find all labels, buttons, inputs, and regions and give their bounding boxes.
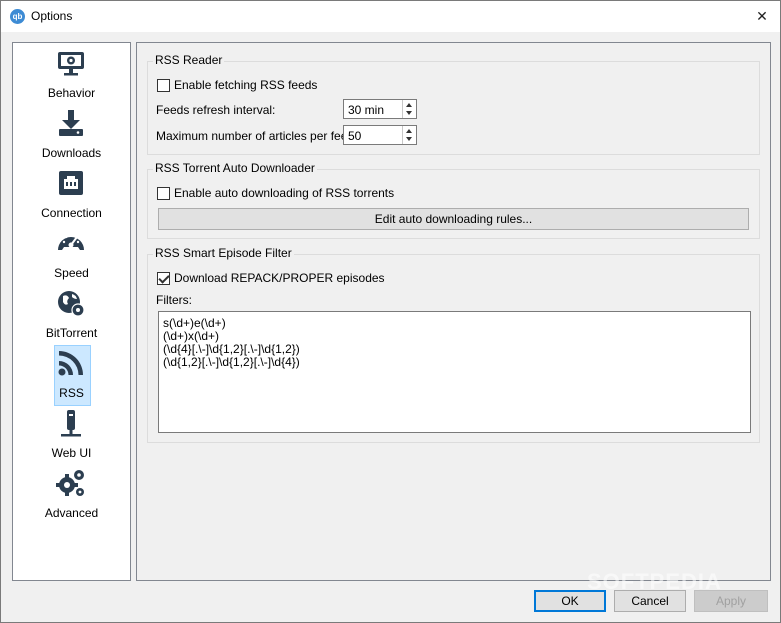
sidebar-item-label: RSS (59, 386, 84, 400)
softpedia-watermark: SOFTPEDIA (587, 569, 722, 594)
globe-gear-icon (58, 291, 85, 317)
repack-proper-checkbox[interactable] (157, 272, 170, 285)
sidebar-item-speed[interactable]: Speed (13, 226, 130, 286)
sidebar-item-rss[interactable]: RSS (13, 345, 130, 406)
max-articles-label: Maximum number of articles per feed: (156, 129, 358, 143)
edit-rules-button[interactable]: Edit auto downloading rules... (158, 208, 749, 230)
refresh-interval-spinbox[interactable]: 30 min (343, 99, 417, 119)
enable-rss-fetching-label: Enable fetching RSS feeds (174, 78, 318, 92)
filter-line: (\d{1,2}[.\-]\d{1,2}[.\-]\d{4}) (163, 355, 300, 369)
sidebar-item-downloads[interactable]: Downloads (13, 106, 130, 166)
spin-down-icon[interactable] (406, 137, 412, 141)
sidebar-item-bittorrent[interactable]: BitTorrent (13, 286, 130, 346)
spin-arrows[interactable] (402, 100, 416, 118)
spin-arrows[interactable] (402, 126, 416, 144)
enable-auto-download-checkbox[interactable] (157, 187, 170, 200)
window-title: Options (31, 9, 73, 23)
refresh-interval-label: Feeds refresh interval: (156, 103, 276, 117)
sidebar-item-label: Downloads (41, 146, 102, 160)
title-bar: qb Options ✕ (1, 1, 780, 32)
monitor-icon (58, 52, 84, 76)
enable-rss-fetching-checkbox[interactable] (157, 79, 170, 92)
sidebar-item-advanced[interactable]: Advanced (13, 466, 130, 526)
sidebar-item-label: Advanced (44, 506, 99, 520)
rss-icon (58, 351, 83, 376)
options-window: qb Options ✕ Behavior Downloads Connecti… (0, 0, 781, 623)
download-icon (59, 110, 83, 136)
rss-reader-group-title: RSS Reader (153, 53, 225, 67)
category-sidebar: Behavior Downloads Connection Speed BitT… (12, 42, 131, 581)
gears-icon (56, 470, 84, 496)
auto-downloader-group-title: RSS Torrent Auto Downloader (153, 161, 317, 175)
filter-line: s(\d+)e(\d+) (163, 316, 226, 330)
max-articles-spinbox[interactable]: 50 (343, 125, 417, 145)
speedometer-icon (58, 233, 84, 250)
close-icon[interactable]: ✕ (745, 1, 779, 32)
sidebar-item-label: Speed (54, 266, 89, 280)
spin-down-icon[interactable] (406, 111, 412, 115)
web-ui-icon (61, 410, 81, 437)
rss-settings-panel: RSS Reader Enable fetching RSS feeds Fee… (136, 42, 771, 581)
sidebar-item-behavior[interactable]: Behavior (13, 46, 130, 106)
sidebar-item-label: Connection (41, 206, 102, 220)
max-articles-value: 50 (348, 129, 362, 143)
refresh-interval-value: 30 min (348, 103, 385, 117)
sidebar-item-label: BitTorrent (45, 326, 98, 340)
filters-textarea[interactable]: s(\d+)e(\d+) (\d+)x(\d+) (\d{4}[.\-]\d{1… (158, 311, 751, 433)
spin-up-icon[interactable] (406, 103, 412, 107)
sidebar-item-label: Behavior (47, 86, 96, 100)
enable-auto-download-label: Enable auto downloading of RSS torrents (174, 186, 395, 200)
repack-proper-label: Download REPACK/PROPER episodes (174, 271, 385, 285)
qbittorrent-app-icon: qb (10, 9, 25, 24)
sidebar-item-label: Web UI (51, 446, 92, 460)
filters-label: Filters: (156, 293, 192, 307)
network-icon (59, 171, 83, 195)
sidebar-item-web-ui[interactable]: Web UI (13, 406, 130, 466)
sidebar-item-connection[interactable]: Connection (13, 166, 130, 226)
spin-up-icon[interactable] (406, 129, 412, 133)
smart-filter-group-title: RSS Smart Episode Filter (153, 246, 294, 260)
